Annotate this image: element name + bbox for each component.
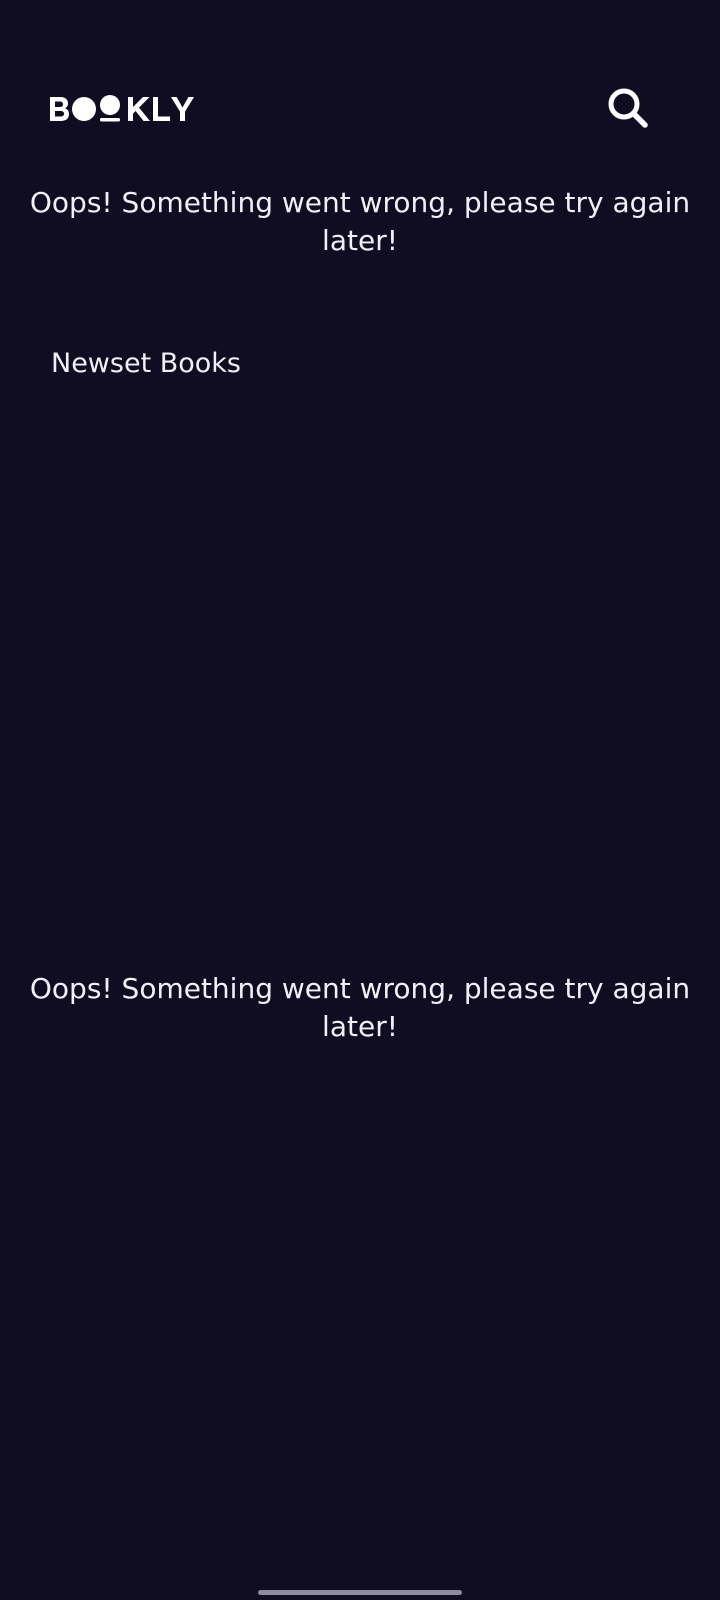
section-title-newest-books: Newset Books (51, 348, 242, 379)
bookly-logo-mark (50, 95, 194, 122)
search-icon (607, 87, 649, 133)
home-screen: Oops! Something went wrong, please try a… (0, 0, 720, 1600)
home-indicator[interactable] (258, 1590, 462, 1595)
bookly-logo (50, 92, 202, 126)
app-bar (0, 78, 720, 142)
error-message-featured: Oops! Something went wrong, please try a… (29, 186, 691, 257)
error-message-newest: Oops! Something went wrong, please try a… (29, 972, 691, 1043)
search-button[interactable] (604, 86, 652, 134)
